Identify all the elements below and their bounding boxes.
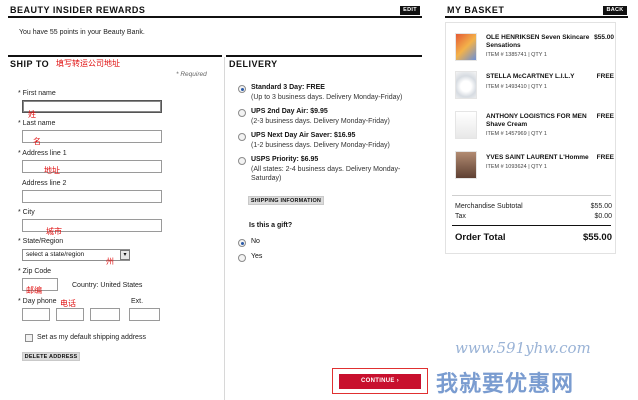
rewards-title: BEAUTY INSIDER REWARDS [10,5,146,15]
product-thumbnail[interactable] [455,71,477,99]
basket-panel: OLE HENRIKSEN Seven Skincare Sensations … [445,22,616,254]
address-line-1-input[interactable] [22,160,162,173]
basket-divider [445,16,628,18]
delivery-divider [226,55,422,57]
delivery-option-nextday-title: UPS Next Day Air Saver: $16.95 [251,132,356,139]
gift-no-label: No [251,238,260,245]
watermark-text: 我就要优惠网 [436,371,575,396]
order-total-label: Order Total [455,232,506,243]
product-meta: ITEM # 1493410 | QTY 1 [486,84,547,90]
product-name[interactable]: ANTHONY LOGISTICS FOR MEN [486,113,587,121]
ship-to-title: SHIP TO [10,59,50,69]
phone-ext-input[interactable] [129,308,160,321]
address-line-1-label: * Address line 1 [18,150,67,157]
city-input[interactable] [22,219,162,232]
edit-rewards-button[interactable]: EDIT [400,6,420,15]
product-thumbnail[interactable] [455,33,477,61]
tax-label: Tax [455,213,466,220]
delivery-option-standard-sub: (Up to 3 business days. Delivery Monday-… [251,94,403,101]
day-phone-label: * Day phone [18,298,57,305]
product-thumbnail[interactable] [455,111,477,139]
default-address-checkbox[interactable] [25,334,33,342]
ext-label: Ext. [131,298,144,305]
basket-back-button[interactable]: BACK [603,6,627,15]
state-annotation: 州 [106,257,114,266]
last-name-input[interactable] [22,130,162,143]
phone-line-input[interactable] [90,308,120,321]
chevron-down-icon[interactable]: ▾ [120,250,130,260]
beauty-bank-points-text: You have 55 points in your Beauty Bank. [19,29,145,36]
delivery-option-nextday-radio[interactable] [238,133,246,141]
product-meta: ITEM # 1385741 | QTY 1 [486,52,547,58]
first-name-label: * First name [18,90,56,97]
delivery-option-nextday-sub: (1-2 business days. Delivery Monday-Frid… [251,142,390,149]
delivery-title: DELIVERY [229,59,278,69]
phone-area-input[interactable] [22,308,50,321]
last-name-label: * Last name [18,120,56,127]
delivery-option-usps-radio[interactable] [238,157,246,165]
product-meta: ITEM # 1457969 | QTY 1 [486,131,547,137]
country-text: Country: United States [72,282,143,289]
tax-value: $0.00 [594,213,612,220]
shipping-information-button[interactable]: SHIPPING INFORMATION [248,196,324,205]
required-note: * Required [176,71,207,78]
order-total-value: $55.00 [582,232,612,243]
total-divider [452,225,611,226]
watermark-url: www.591yhw.com [455,339,591,357]
delivery-option-standard-title: Standard 3 Day: FREE [251,84,325,91]
delivery-option-usps-title: USPS Priority: $6.95 [251,156,319,163]
continue-button[interactable]: CONTINUE › [339,374,421,389]
product-price: FREE [596,154,614,161]
zip-annotation: 邮编 [26,286,42,295]
delivery-option-2day-title: UPS 2nd Day Air: $9.95 [251,108,328,115]
gift-yes-radio[interactable] [238,254,246,262]
delivery-option-2day-sub: (2-3 business days. Delivery Monday-Frid… [251,118,390,125]
ship-to-divider [8,55,222,57]
product-price: FREE [596,113,614,120]
address-line-2-label: Address line 2 [22,180,67,187]
default-address-label: Set as my default shipping address [37,334,146,341]
product-thumbnail[interactable] [455,151,477,179]
gift-no-radio[interactable] [238,239,246,247]
product-name[interactable]: STELLA McCARTNEY L.I.L.Y [486,73,574,81]
gift-yes-label: Yes [251,253,263,260]
product-name-line2: Shave Cream [486,121,528,128]
first-name-input[interactable] [22,100,162,113]
city-label: * City [18,209,35,216]
delivery-option-2day-radio[interactable] [238,109,246,117]
delivery-option-usps-sub2: Saturday) [251,175,282,182]
product-price: FREE [596,73,614,80]
subtotal-label: Merchandise Subtotal [455,203,523,210]
ship-to-annotation: 填写转运公司地址 [56,59,120,68]
subtotal-value: $55.00 [590,203,612,210]
address-annotation: 地址 [44,166,60,175]
first-name-annotation: 姓 [28,110,36,119]
state-region-label: * State/Region [18,238,64,245]
address-line-2-input[interactable] [22,190,162,203]
product-meta: ITEM # 1093624 | QTY 1 [486,164,547,170]
basket-items-divider [452,195,611,196]
delivery-option-standard-radio[interactable] [238,85,246,93]
product-name-line2: Sensations [486,42,521,49]
city-annotation: 城市 [46,227,62,236]
last-name-annotation: 名 [33,137,41,146]
gift-question: Is this a gift? [249,222,293,229]
delete-address-button[interactable]: DELETE ADDRESS [22,352,80,361]
product-price: $55.00 [594,34,614,41]
phone-prefix-input[interactable] [56,308,84,321]
zip-code-label: * Zip Code [18,268,52,275]
rewards-divider [8,16,422,18]
basket-title: MY BASKET [447,5,505,15]
column-divider [224,57,225,400]
delivery-option-usps-sub: (All states: 2-4 business days. Delivery… [251,166,401,173]
